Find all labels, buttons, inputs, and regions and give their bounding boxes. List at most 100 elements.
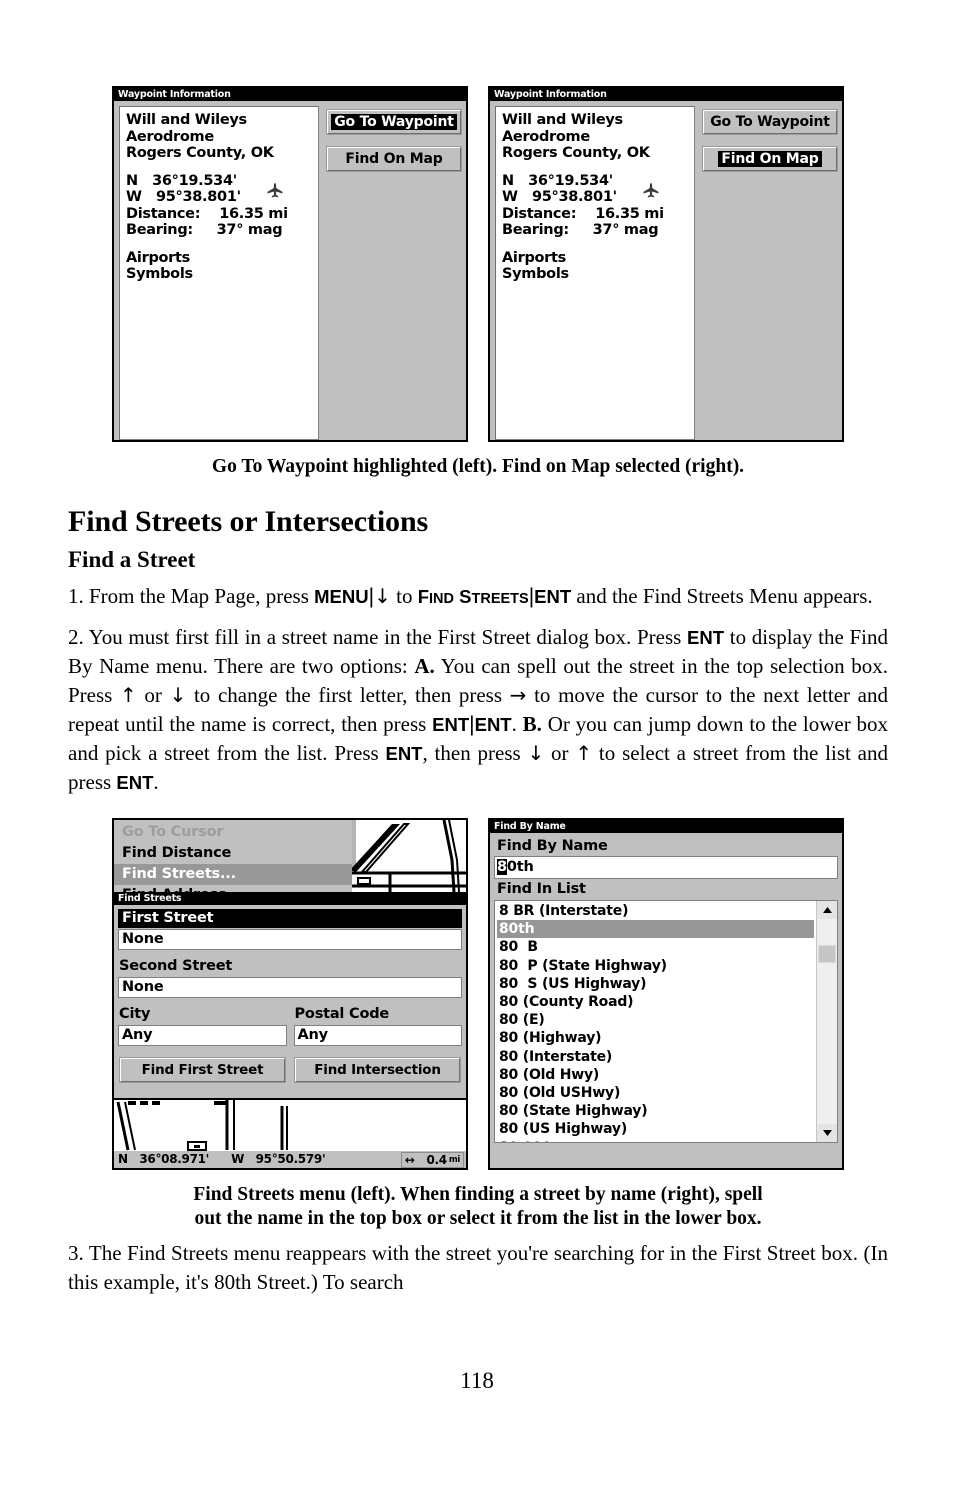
key-ent: ENT [385,743,423,764]
go-to-waypoint-label: Go To Waypoint [331,114,457,130]
waypoint-distance: Distance: 16.35 mi [502,205,664,222]
find-by-name-titlebar: Find By Name [490,820,842,833]
waypoint-name-line-2: Aerodrome [502,128,590,145]
find-by-name-label: Find By Name [497,838,608,854]
list-item[interactable]: 80 (E) [497,1011,814,1029]
list-item[interactable]: 80 (Old Hwy) [497,1066,814,1084]
list-item[interactable]: 80th [497,920,814,939]
waypoint-left-body: Will and Wileys Aerodrome Rogers County,… [114,101,466,440]
figure-waypoint-screens: Waypoint Information Will and Wileys Aer… [68,86,888,442]
caption-line-1: Find Streets menu (left). When finding a… [193,1184,763,1205]
waypoint-longitude: W 95°38.801' [502,189,617,205]
list-item[interactable]: 80 000 [497,1139,814,1142]
menu-item-go-to-cursor[interactable]: Go To Cursor [114,822,352,843]
find-streets-titlebar: Find Streets [114,892,466,905]
scroll-down-arrow-icon[interactable] [817,1124,837,1142]
list-scrollbar[interactable] [816,901,837,1142]
list-item[interactable]: 80 (Old USHwy) [497,1084,814,1102]
list-item[interactable]: 80 (State Highway) [497,1102,814,1120]
waypoint-longitude: W 95°38.801' [126,189,241,205]
find-on-map-button[interactable]: Find On Map [703,147,837,171]
waypoint-right-titlebar: Waypoint Information [490,88,842,101]
first-street-input[interactable]: None [118,929,462,950]
gps-screen-waypoint-left: Waypoint Information Will and Wileys Aer… [112,86,468,442]
menu-item-find-distance[interactable]: Find Distance [114,843,352,864]
second-street-input[interactable]: None [118,977,462,998]
go-to-waypoint-button[interactable]: Go To Waypoint [327,110,461,134]
list-item[interactable]: 80 S (US Highway) [497,975,814,993]
subsection-title: Find a Street [68,547,196,572]
page-number: 118 [460,1368,494,1393]
figure-find-streets-screens: Go To Cursor Find Distance Find Streets.… [68,818,888,1170]
scale-unit: mi [448,1155,460,1165]
find-intersection-button[interactable]: Find Intersection [295,1058,460,1082]
list-item[interactable]: 80 (County Road) [497,993,814,1011]
waypoint-category: Airports [126,249,190,266]
s2-t7: . [511,712,523,736]
find-by-name-input-rest: 0th [506,859,534,875]
waypoint-left-info-panel: Will and Wileys Aerodrome Rogers County,… [119,106,319,440]
key-ent: ENT [474,714,512,735]
scale-arrows-icon: ↔ [404,1153,415,1167]
menu-item-find-streets[interactable]: Find Streets... [114,864,352,885]
step1-lead: 1. From the Map Page, press [68,584,315,608]
fs-a: F [417,586,430,607]
waypoint-symbolset: Symbols [126,266,193,282]
find-streets-button-row: Find First Street Find Intersection [120,1058,460,1082]
street-results-list-inner: 8 BR (Interstate) 80th 80 B 80 P (State … [495,901,837,1142]
s2-t10: or [544,741,576,765]
waypoint-name-line-3: Rogers County, OK [126,145,274,161]
list-item[interactable]: 80 (Interstate) [497,1048,814,1066]
gps-screen-find-by-name: Find By Name Find By Name 80th Find In L… [488,818,844,1170]
fs-c: S [454,586,472,607]
find-on-map-label: Find On Map [345,151,443,167]
page-content: Waypoint Information Will and Wileys Aer… [68,0,888,1297]
find-by-name-input[interactable]: 80th [494,856,838,879]
figure-bottom-caption: Find Streets menu (left). When finding a… [68,1183,888,1231]
list-item[interactable]: 80 (Highway) [497,1029,814,1047]
list-item[interactable]: 80 P (State Highway) [497,957,814,975]
waypoint-left-buttons: Go To Waypoint Find On Map [319,106,461,440]
step-3-paragraph: 3. The Find Streets menu reappears with … [68,1241,888,1294]
waypoint-right-info-panel: Will and Wileys Aerodrome Rogers County,… [495,106,695,440]
scrollbar-thumb[interactable] [818,945,836,963]
city-postal-row: City Any Postal Code Any [118,1005,462,1046]
city-group: City Any [118,1005,287,1046]
go-to-waypoint-button[interactable]: Go To Waypoint [703,110,837,134]
find-on-map-button[interactable]: Find On Map [327,147,461,171]
list-item[interactable]: 80 B [497,938,814,956]
list-item[interactable]: 80 (US Highway) [497,1120,814,1138]
gps-screen-waypoint-right: Waypoint Information Will and Wileys Aer… [488,86,844,442]
key-find-streets: FIND STREETS [418,586,529,607]
waypoint-right-body: Will and Wileys Aerodrome Rogers County,… [490,101,842,440]
status-latitude: N 36°08.971' [118,1152,210,1166]
arrow-down-icon: ↓ [169,683,187,707]
map-bottom-strip: N 36°08.971' W 95°50.579' ↔ 0.4 mi [114,1098,466,1168]
find-streets-dialog: Find Streets First Street None Second St… [114,892,466,1104]
second-street-label: Second Street [119,958,233,974]
scroll-up-arrow-icon[interactable] [817,901,837,919]
fs-b: IND [429,591,454,607]
airplane-icon [266,182,284,200]
waypoint-latitude: N 36°19.534' [502,172,613,189]
key-ent: ENT [534,586,572,607]
waypoint-bearing: Bearing: 37° mag [126,222,283,238]
postal-code-input[interactable]: Any [293,1025,462,1046]
map-context-menu: Go To Cursor Find Distance Find Streets.… [114,820,352,894]
find-first-street-button[interactable]: Find First Street [120,1058,285,1082]
waypoint-name-line-1: Will and Wileys [502,112,623,128]
street-results-list[interactable]: 8 BR (Interstate) 80th 80 B 80 P (State … [494,900,838,1143]
key-ent: ENT [687,627,725,648]
list-item[interactable]: 8 BR (Interstate) [497,902,814,920]
postal-group: Postal Code Any [293,1005,462,1046]
city-input[interactable]: Any [118,1025,287,1046]
waypoint-category: Airports [502,249,566,266]
text-cursor: 8 [497,859,507,875]
find-on-map-label: Find On Map [718,151,822,167]
waypoint-symbolset: Symbols [502,266,569,282]
arrow-down-icon: ↓ [527,741,545,765]
waypoint-distance: Distance: 16.35 mi [126,205,288,222]
s2-t9: , then press [422,741,528,765]
